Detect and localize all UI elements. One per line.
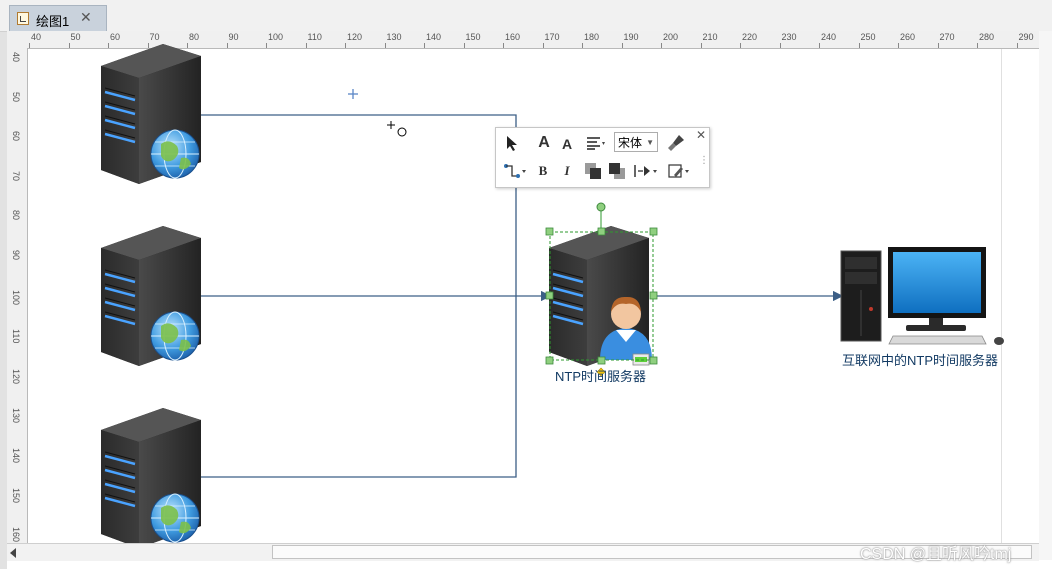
internet-ntp-label[interactable]: 互联网中的NTP时间服务器: [842, 350, 998, 369]
diagram-svg: [99, 42, 1004, 550]
toolbar-close-icon[interactable]: ✕: [696, 128, 706, 142]
font-name-value: 宋体: [618, 136, 643, 150]
internet-ntp-computer[interactable]: [840, 247, 1004, 345]
client-server-1[interactable]: [99, 42, 203, 186]
ntp-server-label[interactable]: NTP时间服务器: [555, 366, 646, 385]
crosshair-cursor-icon: [348, 89, 358, 99]
client-server-3[interactable]: [99, 406, 203, 550]
distribute-icon[interactable]: [632, 160, 660, 182]
align-text-icon[interactable]: [584, 132, 608, 154]
globe-icon: [150, 129, 200, 179]
bring-to-front-icon[interactable]: [582, 160, 604, 182]
font-name-select[interactable]: 宋体 ▼: [614, 132, 658, 152]
connection-cursor-icon: [387, 121, 407, 137]
fill-style-icon[interactable]: [666, 160, 692, 182]
vertical-scrollbar-area: [1039, 31, 1052, 560]
globe-icon: [150, 311, 200, 361]
connector-style-icon[interactable]: [502, 160, 528, 182]
client-server-2[interactable]: [99, 224, 203, 368]
send-to-back-icon[interactable]: [606, 160, 628, 182]
ntp-server-shape[interactable]: [545, 202, 658, 377]
chevron-down-icon: ▼: [646, 138, 654, 147]
font-grow-button[interactable]: A: [534, 132, 554, 154]
watermark-text: CSDN @且听风吟tmj: [860, 546, 1012, 563]
format-painter-icon[interactable]: [664, 132, 688, 154]
scroll-left-arrow-icon[interactable]: [10, 548, 16, 558]
bold-button[interactable]: B: [534, 160, 552, 182]
italic-button[interactable]: I: [558, 160, 576, 182]
globe-icon: [150, 493, 200, 543]
toolbar-grip-icon: ⋮: [699, 155, 709, 166]
font-shrink-button[interactable]: A: [558, 133, 576, 155]
select-pointer-icon[interactable]: [502, 132, 522, 154]
floating-format-toolbar: A A 宋体 ▼ ✕ ⋮ B I: [495, 127, 710, 188]
